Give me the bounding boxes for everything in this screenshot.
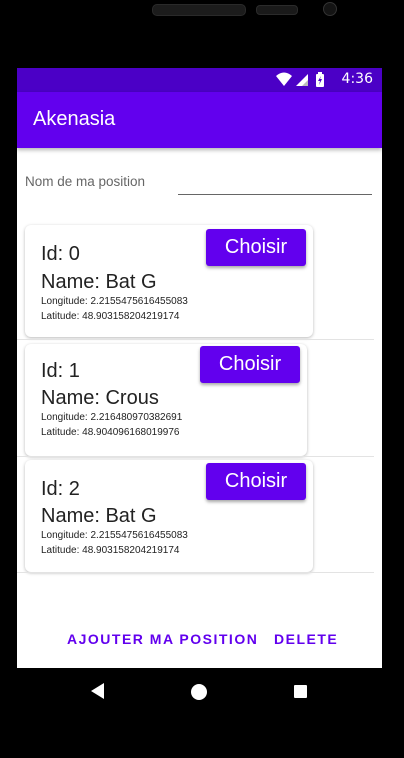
choose-button[interactable]: Choisir bbox=[206, 463, 306, 500]
list-divider bbox=[17, 456, 374, 457]
location-longitude: Longitude: 2.2155475616455083 bbox=[41, 296, 188, 307]
location-name: Name: Bat G bbox=[41, 271, 157, 293]
choose-button[interactable]: Choisir bbox=[200, 346, 300, 383]
location-card: Id: 0 Name: Bat G Longitude: 2.215547561… bbox=[25, 225, 313, 337]
app-title: Akenasia bbox=[33, 108, 116, 130]
position-name-label: Nom de ma position bbox=[25, 174, 146, 189]
location-id: Id: 2 bbox=[41, 478, 80, 500]
earpiece-speaker bbox=[152, 4, 246, 16]
location-card: Id: 1 Name: Crous Longitude: 2.216480970… bbox=[25, 344, 307, 456]
location-latitude: Latitude: 48.904096168019976 bbox=[41, 427, 180, 438]
app-bar: Akenasia bbox=[17, 92, 382, 148]
add-position-button[interactable]: AJOUTER MA POSITION bbox=[61, 630, 264, 648]
wifi-icon bbox=[276, 72, 292, 86]
recents-icon[interactable] bbox=[294, 685, 307, 698]
position-name-input[interactable] bbox=[178, 172, 372, 195]
status-time: 4:36 bbox=[341, 71, 373, 87]
app-screen: 4:36 Akenasia Nom de ma position Id: 0 N… bbox=[17, 68, 382, 716]
navigation-bar bbox=[17, 668, 382, 716]
location-id: Id: 1 bbox=[41, 360, 80, 382]
status-bar: 4:36 bbox=[17, 68, 382, 92]
status-icons bbox=[276, 72, 324, 87]
location-name: Name: Crous bbox=[41, 387, 159, 409]
back-icon[interactable] bbox=[91, 683, 104, 699]
location-latitude: Latitude: 48.903158204219174 bbox=[41, 311, 180, 322]
list-divider bbox=[17, 339, 374, 340]
location-id: Id: 0 bbox=[41, 243, 80, 265]
front-camera bbox=[323, 2, 337, 16]
location-card: Id: 2 Name: Bat G Longitude: 2.215547561… bbox=[25, 460, 313, 572]
sensor-grille bbox=[256, 5, 298, 15]
location-name: Name: Bat G bbox=[41, 505, 157, 527]
delete-button[interactable]: DELETE bbox=[268, 630, 344, 648]
home-icon[interactable] bbox=[191, 684, 207, 700]
choose-button[interactable]: Choisir bbox=[206, 229, 306, 266]
list-divider bbox=[17, 572, 374, 573]
location-longitude: Longitude: 2.2155475616455083 bbox=[41, 530, 188, 541]
location-longitude: Longitude: 2.216480970382691 bbox=[41, 412, 183, 423]
location-latitude: Latitude: 48.903158204219174 bbox=[41, 545, 180, 556]
